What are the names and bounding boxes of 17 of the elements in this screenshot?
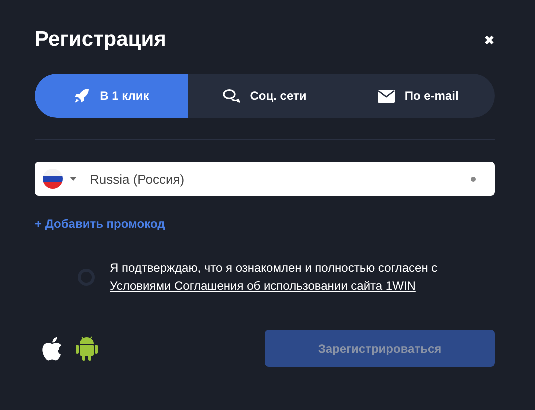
envelope-icon: [378, 90, 395, 102]
russia-flag-icon: [43, 169, 63, 189]
tab[interactable]: Соц. сети: [188, 74, 342, 118]
country-field[interactable]: Russia (Россия): [35, 162, 495, 196]
tab[interactable]: По e-mail: [342, 74, 495, 118]
tab[interactable]: В 1 клик: [35, 74, 188, 118]
caret-icon: [70, 177, 77, 181]
agreement-text: Я подтверждаю, что я ознакомлен и полностью согласен с: [110, 261, 438, 275]
dialog-title: Регистрация: [35, 28, 166, 52]
dot-icon: [471, 176, 476, 182]
chat-icon: [223, 89, 240, 103]
rocket-icon: [74, 88, 90, 104]
apple-icon[interactable]: [41, 336, 63, 362]
add-promo-code-link[interactable]: + Добавить промокод: [35, 217, 166, 231]
android-icon[interactable]: [75, 335, 99, 362]
terms-link[interactable]: Условиями Соглашения об использовании сайта 1WIN: [110, 279, 438, 293]
close-button[interactable]: ✖: [484, 32, 495, 48]
